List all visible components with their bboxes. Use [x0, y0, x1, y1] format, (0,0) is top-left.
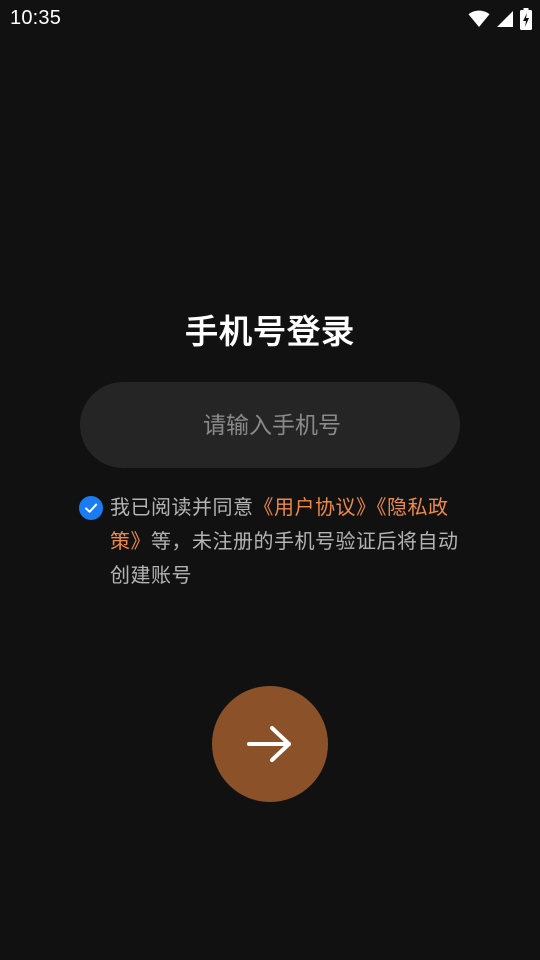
phone-number-input[interactable] [80, 382, 464, 470]
agreement-checkbox[interactable] [79, 496, 103, 520]
cellular-signal-icon [496, 10, 514, 28]
checkmark-icon [85, 503, 98, 513]
arrow-right-icon [247, 726, 291, 762]
agreement-text: 我已阅读并同意《用户协议》《隐私政策》等，未注册的手机号验证后将自动创建账号 [110, 490, 459, 592]
status-bar: 10:35 [0, 0, 540, 38]
wifi-icon [468, 10, 490, 28]
agreement-suffix: 等，未注册的手机号验证后将自动创建账号 [110, 529, 459, 587]
status-icons [468, 8, 532, 30]
battery-charging-icon [520, 8, 532, 30]
agreement-prefix: 我已阅读并同意 [110, 495, 254, 519]
user-agreement-link[interactable]: 《用户协议》 [254, 495, 377, 519]
page-title: 手机号登录 [185, 312, 355, 351]
status-time: 10:35 [10, 7, 62, 29]
agreement: 我已阅读并同意《用户协议》《隐私政策》等，未注册的手机号验证后将自动创建账号 [79, 490, 459, 592]
next-button[interactable] [212, 686, 328, 802]
phone-input-container [80, 382, 464, 470]
